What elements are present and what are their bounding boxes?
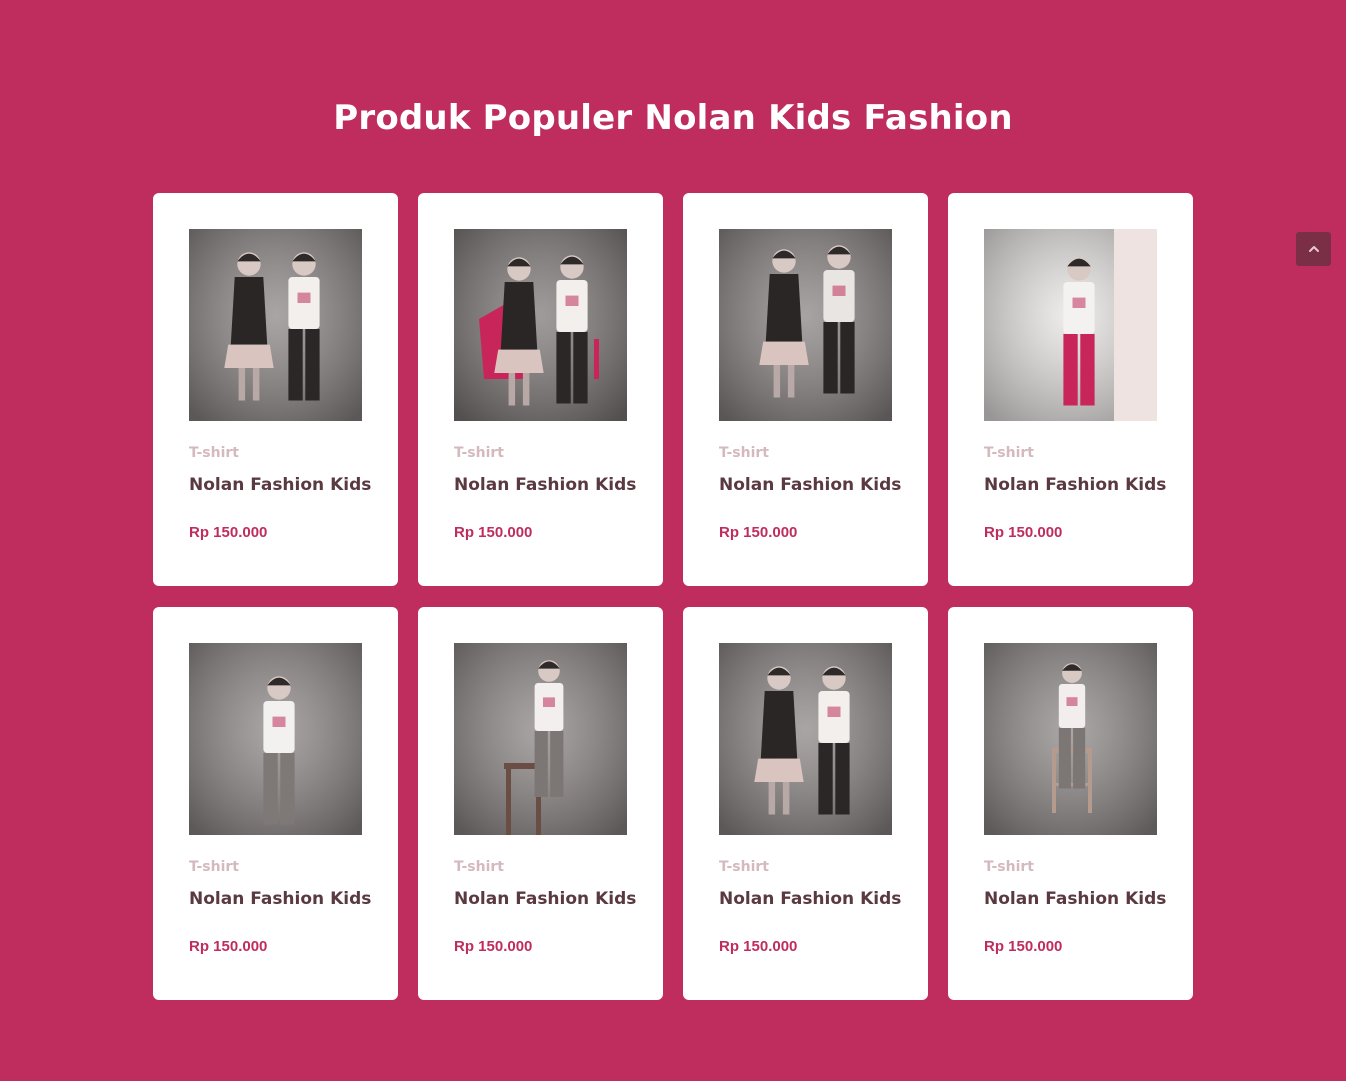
product-photo[interactable] xyxy=(454,229,627,421)
section-title: Produk Populer Nolan Kids Fashion xyxy=(333,98,1013,138)
product-category[interactable]: T-shirt xyxy=(454,859,504,875)
product-price: Rp 150.000 xyxy=(984,938,1063,955)
product-title[interactable]: Nolan Fashion Kids xyxy=(984,475,1166,495)
product-photo[interactable] xyxy=(984,229,1157,421)
product-photo[interactable] xyxy=(189,643,362,835)
chevron-up-icon xyxy=(1308,246,1319,252)
product-card[interactable]: T-shirt Nolan Fashion Kids Rp 150.000 xyxy=(948,193,1193,586)
product-category[interactable]: T-shirt xyxy=(189,445,239,461)
product-price: Rp 150.000 xyxy=(454,938,533,955)
product-title[interactable]: Nolan Fashion Kids xyxy=(454,889,636,909)
product-card[interactable]: T-shirt Nolan Fashion Kids Rp 150.000 xyxy=(418,193,663,586)
product-card[interactable]: T-shirt Nolan Fashion Kids Rp 150.000 xyxy=(153,193,398,586)
product-photo[interactable] xyxy=(719,643,892,835)
product-category[interactable]: T-shirt xyxy=(984,445,1034,461)
product-price: Rp 150.000 xyxy=(454,524,533,541)
product-price: Rp 150.000 xyxy=(719,938,798,955)
product-category[interactable]: T-shirt xyxy=(189,859,239,875)
product-category[interactable]: T-shirt xyxy=(719,859,769,875)
product-photo[interactable] xyxy=(984,643,1157,835)
product-card[interactable]: T-shirt Nolan Fashion Kids Rp 150.000 xyxy=(948,607,1193,1000)
product-title[interactable]: Nolan Fashion Kids xyxy=(984,889,1166,909)
product-card[interactable]: T-shirt Nolan Fashion Kids Rp 150.000 xyxy=(683,607,928,1000)
product-card[interactable]: T-shirt Nolan Fashion Kids Rp 150.000 xyxy=(683,193,928,586)
scroll-to-top-button[interactable] xyxy=(1296,232,1331,266)
product-price: Rp 150.000 xyxy=(719,524,798,541)
product-photo[interactable] xyxy=(189,229,362,421)
product-photo[interactable] xyxy=(719,229,892,421)
product-category[interactable]: T-shirt xyxy=(454,445,504,461)
product-title[interactable]: Nolan Fashion Kids xyxy=(719,889,901,909)
product-title[interactable]: Nolan Fashion Kids xyxy=(189,475,371,495)
product-price: Rp 150.000 xyxy=(984,524,1063,541)
product-category[interactable]: T-shirt xyxy=(719,445,769,461)
product-photo[interactable] xyxy=(454,643,627,835)
product-card[interactable]: T-shirt Nolan Fashion Kids Rp 150.000 xyxy=(153,607,398,1000)
product-price: Rp 150.000 xyxy=(189,938,268,955)
product-title[interactable]: Nolan Fashion Kids xyxy=(189,889,371,909)
product-price: Rp 150.000 xyxy=(189,524,268,541)
product-title[interactable]: Nolan Fashion Kids xyxy=(454,475,636,495)
product-card[interactable]: T-shirt Nolan Fashion Kids Rp 150.000 xyxy=(418,607,663,1000)
product-grid: T-shirt Nolan Fashion Kids Rp 150.000 T-… xyxy=(153,193,1193,1000)
product-category[interactable]: T-shirt xyxy=(984,859,1034,875)
product-title[interactable]: Nolan Fashion Kids xyxy=(719,475,901,495)
